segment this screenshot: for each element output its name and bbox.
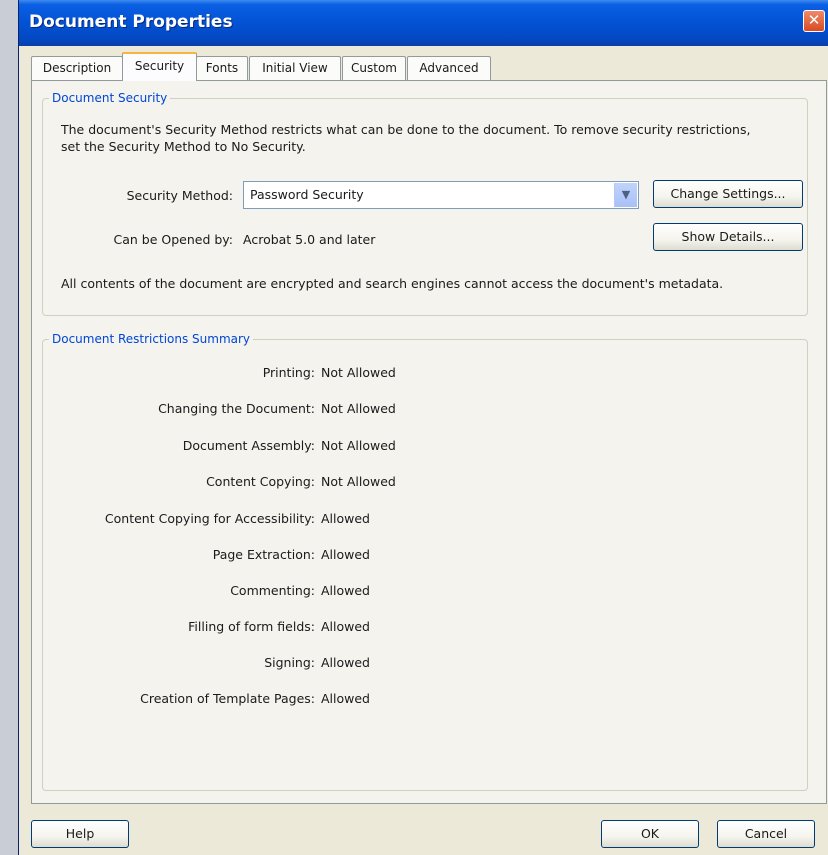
restriction-label: Creation of Template Pages: [140, 691, 315, 706]
restriction-label: Changing the Document: [158, 401, 315, 416]
tab-initial-view[interactable]: Initial View [249, 56, 341, 80]
restrictions-summary-title: Document Restrictions Summary [49, 331, 254, 347]
tab-description[interactable]: Description [31, 56, 123, 80]
help-button[interactable]: Help [31, 820, 129, 848]
title-bar[interactable]: Document Properties ✕ [19, 0, 828, 46]
window-title: Document Properties [29, 12, 233, 32]
opened-by-label: Can be Opened by: [113, 232, 233, 247]
close-icon: ✕ [807, 11, 821, 29]
restriction-value: Allowed [321, 655, 370, 670]
restriction-label: Document Assembly: [182, 438, 315, 453]
restriction-value: Allowed [321, 583, 370, 598]
restriction-label: Printing: [262, 365, 315, 380]
cancel-button[interactable]: Cancel [717, 820, 815, 848]
close-button[interactable]: ✕ [803, 10, 825, 32]
security-intro-text: The document's Security Method restricts… [61, 122, 751, 154]
document-properties-dialog: Document Properties ✕ Description Securi… [18, 0, 828, 855]
chevron-down-icon[interactable]: ▼ [614, 183, 637, 207]
restrictions-summary-group: Document Restrictions Summary Printing: … [42, 331, 808, 791]
restriction-label: Content Copying: [206, 474, 315, 489]
tab-custom[interactable]: Custom [342, 56, 406, 80]
tab-security[interactable]: Security [122, 52, 197, 81]
security-method-select[interactable]: Password Security ▼ [243, 181, 639, 209]
document-security-title: Document Security [49, 90, 171, 106]
restriction-value: Allowed [321, 619, 370, 634]
restriction-label: Page Extraction: [212, 547, 315, 562]
restriction-value: Allowed [321, 511, 370, 526]
ok-button[interactable]: OK [601, 820, 699, 848]
document-security-group: Document Security The document's Securit… [42, 90, 808, 316]
restriction-value: Not Allowed [321, 365, 396, 380]
tab-advanced[interactable]: Advanced [407, 56, 491, 80]
restriction-value: Allowed [321, 691, 370, 706]
change-settings-button[interactable]: Change Settings... [653, 180, 803, 208]
restriction-value: Allowed [321, 547, 370, 562]
restriction-label: Filling of form fields: [188, 619, 315, 634]
restriction-label: Commenting: [230, 583, 315, 598]
security-method-value: Password Security [250, 187, 364, 202]
restriction-value: Not Allowed [321, 474, 396, 489]
security-tab-panel: Document Security The document's Securit… [31, 80, 827, 804]
restriction-label: Signing: [264, 655, 315, 670]
restriction-value: Not Allowed [321, 438, 396, 453]
restriction-value: Not Allowed [321, 401, 396, 416]
show-details-button[interactable]: Show Details... [653, 223, 803, 251]
encryption-note: All contents of the document are encrypt… [61, 276, 724, 291]
security-method-label: Security Method: [126, 188, 233, 203]
restriction-label: Content Copying for Accessibility: [104, 511, 315, 526]
opened-by-value: Acrobat 5.0 and later [243, 232, 376, 247]
tab-fonts[interactable]: Fonts [196, 56, 248, 80]
